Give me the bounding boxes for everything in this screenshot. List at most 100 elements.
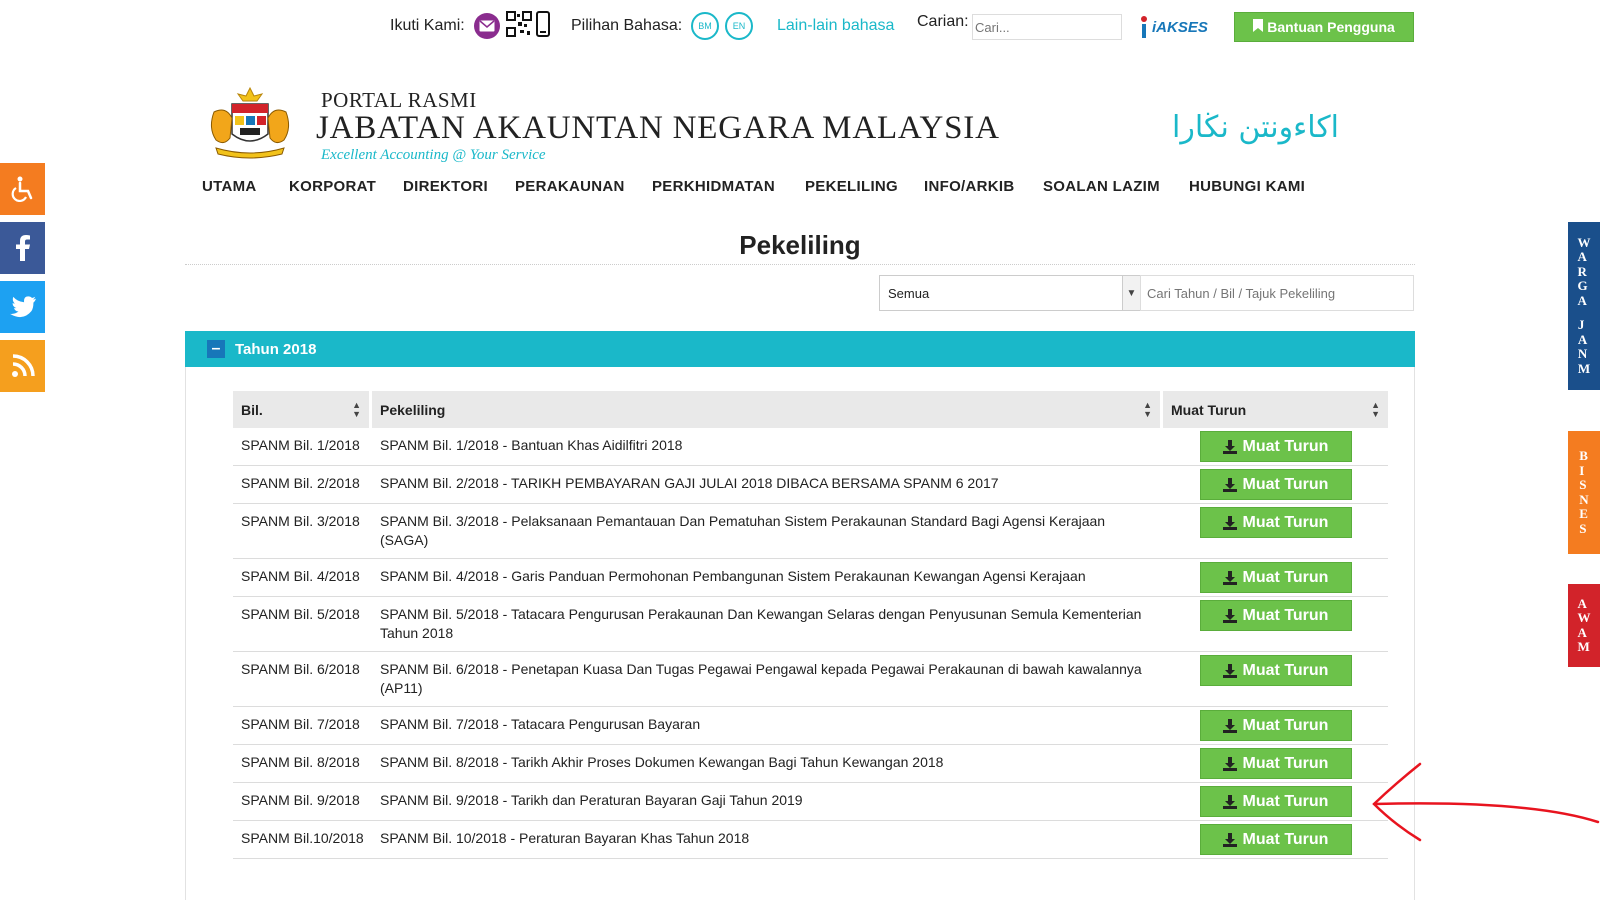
header-jawi-title: اكاءونتن نڬارا [1172,110,1340,145]
email-icon[interactable] [474,13,500,39]
rss-button[interactable] [0,340,45,392]
download-button[interactable]: Muat Turun [1199,562,1352,593]
nav-item-pekeliling[interactable]: PEKELILING [805,178,898,195]
red-arrow-annotation [1372,762,1600,842]
download-icon [1222,663,1237,678]
bookmark-icon [1253,19,1264,35]
cell-bil: SPANM Bil. 6/2018 [241,661,360,677]
circular-search-input[interactable] [1140,275,1414,311]
other-languages-link[interactable]: Lain-lain bahasa [777,10,894,42]
year-label: Tahun 2018 [235,340,317,358]
side-tab-janm-label: JANM [1577,317,1591,376]
download-button[interactable]: Muat Turun [1199,786,1352,817]
cell-pekeliling: SPANM Bil. 5/2018 - Tatacara Pengurusan … [380,606,1142,641]
nav-item-perakaunan[interactable]: PERAKAUNAN [515,178,625,195]
sort-icon[interactable]: ▲ ▼ [1371,400,1380,419]
download-button[interactable]: Muat Turun [1199,748,1352,779]
download-button[interactable]: Muat Turun [1199,431,1352,462]
cell-bil: SPANM Bil. 8/2018 [241,754,360,770]
table-row: SPANM Bil. 6/2018 SPANM Bil. 6/2018 - Pen… [233,652,1388,707]
page-title: Pekeliling [739,230,861,260]
download-button-label: Muat Turun [1242,831,1329,848]
facebook-icon [15,235,30,261]
cell-bil: SPANM Bil. 7/2018 [241,716,360,732]
download-icon [1222,515,1237,530]
header-title: JABATAN AKAUNTAN NEGARA MALAYSIA [316,110,1000,146]
cell-bil: SPANM Bil.10/2018 [241,830,364,846]
cell-pekeliling: SPANM Bil. 6/2018 - Penetapan Kuasa Dan … [380,661,1142,696]
nav-item-soalan-lazim[interactable]: SOALAN LAZIM [1043,178,1160,195]
side-tab-awam-label: AWAM [1577,595,1591,654]
download-icon [1222,570,1237,585]
cell-pekeliling: SPANM Bil. 1/2018 - Bantuan Khas Aidilfi… [380,437,683,453]
cell-muat-turun: Muat Turun [1163,745,1388,782]
side-tab-warga-label: WARGA [1577,234,1591,308]
column-header-pekeliling[interactable]: Pekeliling ▲ ▼ [372,391,1160,428]
nav-item-perkhidmatan[interactable]: PERKHIDMATAN [652,178,775,195]
download-button-label: Muat Turun [1242,514,1329,531]
nav-item-direktori[interactable]: DIREKTORI [403,178,488,195]
table-row: SPANM Bil. 7/2018 SPANM Bil. 7/2018 - Tat… [233,707,1388,745]
cell-muat-turun: Muat Turun [1163,821,1388,858]
search-label: Carian: [917,13,969,30]
mobile-app-icon[interactable] [536,10,550,42]
download-icon [1222,832,1237,847]
table-row: SPANM Bil. 9/2018 SPANM Bil. 9/2018 - Tar… [233,783,1388,821]
nav-item-hubungi-kami[interactable]: HUBUNGI KAMI [1189,178,1305,195]
download-button-label: Muat Turun [1242,438,1329,455]
year-filter-value: Semua [888,285,930,301]
cell-bil: SPANM Bil. 9/2018 [241,792,360,808]
table-row: SPANM Bil. 4/2018 SPANM Bil. 4/2018 - Gar… [233,559,1388,597]
download-button[interactable]: Muat Turun [1199,824,1352,855]
help-button-label: Bantuan Pengguna [1267,19,1395,35]
cell-muat-turun: Muat Turun [1163,428,1388,465]
download-icon [1222,439,1237,454]
cell-pekeliling: SPANM Bil. 9/2018 - Tarikh dan Peraturan… [380,792,803,808]
cell-bil: SPANM Bil. 4/2018 [241,568,360,584]
download-button[interactable]: Muat Turun [1199,507,1352,538]
side-tab-warga-janm[interactable]: WARGA JANM [1568,222,1600,390]
year-accordion-header[interactable]: – Tahun 2018 [185,331,1415,367]
akses-logo[interactable]: iAKSES [1137,14,1212,40]
side-tab-bisnes-label: BISNES [1579,448,1589,536]
cell-bil: SPANM Bil. 5/2018 [241,606,360,622]
download-button-label: Muat Turun [1242,755,1329,772]
download-button[interactable]: Muat Turun [1199,655,1352,686]
download-button[interactable]: Muat Turun [1199,710,1352,741]
twitter-button[interactable] [0,281,45,333]
cell-pekeliling: SPANM Bil. 2/2018 - TARIKH PEMBAYARAN GA… [380,475,999,491]
search-input[interactable] [972,14,1122,40]
accessibility-button[interactable] [0,163,45,215]
help-button[interactable]: Bantuan Pengguna [1234,12,1414,42]
twitter-icon [9,296,36,318]
year-filter-select[interactable]: Semua ▼ [879,275,1141,311]
sort-icon[interactable]: ▲ ▼ [352,400,361,419]
nav-item-korporat[interactable]: KORPORAT [289,178,376,195]
nav-item-info-arkib[interactable]: INFO/ARKIB [924,178,1015,195]
circulars-table: Bil. ▲ ▼ Pekeliling ▲ ▼ Muat Turun ▲ ▼ SPAN… [233,391,1388,859]
accessibility-icon [11,176,32,202]
header-slogan: Excellent Accounting @ Your Service [321,147,546,163]
qr-code-icon[interactable] [506,10,532,42]
lang-bm-button[interactable]: BM [691,12,719,40]
chevron-down-icon[interactable]: ▼ [1122,276,1140,310]
cell-bil: SPANM Bil. 2/2018 [241,475,360,491]
cell-muat-turun: Muat Turun [1163,559,1388,596]
coat-of-arms-logo[interactable] [202,84,298,162]
table-row: SPANM Bil.10/2018 SPANM Bil. 10/2018 - Pe… [233,821,1388,859]
table-row: SPANM Bil. 3/2018 SPANM Bil. 3/2018 - Pel… [233,504,1388,559]
table-row: SPANM Bil. 1/2018 SPANM Bil. 1/2018 - Ban… [233,428,1388,466]
download-button[interactable]: Muat Turun [1199,600,1352,631]
sort-icon[interactable]: ▲ ▼ [1143,400,1152,419]
nav-item-utama[interactable]: UTAMA [202,178,257,195]
download-icon [1222,794,1237,809]
collapse-icon[interactable]: – [207,340,225,358]
side-tab-bisnes[interactable]: BISNES [1568,431,1600,554]
column-header-bil[interactable]: Bil. ▲ ▼ [233,391,369,428]
column-header-muat-turun[interactable]: Muat Turun ▲ ▼ [1163,391,1388,428]
facebook-button[interactable] [0,222,45,274]
lang-en-button[interactable]: EN [725,12,753,40]
table-header: Bil. ▲ ▼ Pekeliling ▲ ▼ Muat Turun ▲ ▼ [233,391,1388,428]
download-button[interactable]: Muat Turun [1199,469,1352,500]
side-tab-awam[interactable]: AWAM [1568,584,1600,667]
